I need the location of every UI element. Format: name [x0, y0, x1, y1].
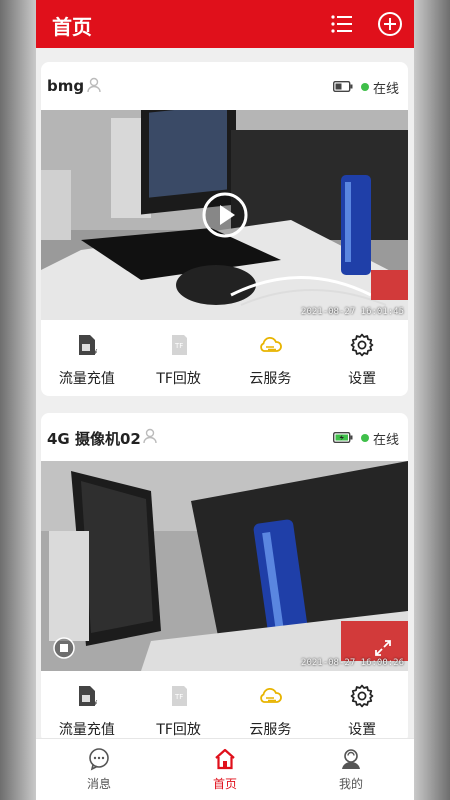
device-status: 在线 — [373, 82, 400, 97]
tf-card-icon: TF — [171, 335, 187, 355]
camera-snapshot — [41, 461, 408, 671]
gear-icon — [350, 684, 374, 708]
online-dot — [361, 83, 369, 91]
tf-card-icon: TF — [171, 686, 187, 706]
shared-user-icon — [143, 428, 157, 444]
nav-label: 我的 — [338, 777, 363, 791]
action-label: 设置 — [348, 371, 377, 387]
action-label: 流量充值 — [58, 371, 115, 387]
list-icon[interactable] — [328, 10, 356, 38]
shared-user-icon — [87, 77, 101, 93]
data-topup-button[interactable]: ¥ 流量充值 — [41, 320, 133, 396]
device-card: 4G 摄像机02 在线 2021-08-27 16:00:26 ¥ 流量充值 T… — [41, 413, 408, 743]
nav-item-messages[interactable]: 消息 — [36, 739, 162, 800]
action-label: 流量充值 — [58, 722, 115, 738]
battery-charging-icon — [333, 432, 353, 443]
nav-label: 首页 — [212, 777, 237, 791]
device-card-header: bmg 在线 — [41, 62, 408, 110]
data-topup-button[interactable]: ¥ 流量充值 — [41, 671, 133, 743]
cloud-service-button[interactable]: 云服务 — [225, 671, 317, 743]
svg-text:¥: ¥ — [93, 699, 98, 707]
tf-playback-button[interactable]: TF TF回放 — [133, 671, 225, 743]
gear-icon — [350, 333, 374, 357]
svg-text:TF: TF — [174, 693, 183, 701]
settings-button[interactable]: 设置 — [316, 671, 408, 743]
play-button[interactable] — [201, 191, 249, 239]
video-preview[interactable]: 2021-08-27 16:01:45 — [41, 110, 408, 320]
message-icon — [89, 748, 109, 771]
svg-text:TF: TF — [174, 342, 183, 350]
bottom-nav: 消息 首页 我的 — [36, 738, 414, 800]
add-circle-icon[interactable] — [376, 10, 404, 38]
svg-text:¥: ¥ — [93, 348, 98, 356]
action-label: TF回放 — [156, 722, 201, 738]
cloud-service-button[interactable]: 云服务 — [225, 320, 317, 396]
fullscreen-icon[interactable] — [374, 639, 392, 657]
small-window-icon[interactable] — [53, 637, 75, 659]
video-preview[interactable]: 2021-08-27 16:00:26 — [41, 461, 408, 671]
device-actions: ¥ 流量充值 TF TF回放 云服务 设置 — [41, 671, 408, 743]
sim-card-icon: ¥ — [78, 686, 98, 707]
video-timestamp: 2021-08-27 16:00:26 — [301, 658, 404, 668]
action-label: 云服务 — [249, 722, 292, 738]
top-bar: 首页 — [36, 0, 414, 48]
sim-card-icon: ¥ — [78, 335, 98, 356]
video-timestamp: 2021-08-27 16:01:45 — [301, 307, 404, 317]
nav-item-profile[interactable]: 我的 — [288, 739, 414, 800]
action-label: 云服务 — [249, 371, 292, 387]
app-screen: 首页 bmg 在线 2021-08-27 16:01:45 ¥ 流量充值 TF … — [36, 0, 414, 800]
device-status: 在线 — [373, 433, 400, 448]
settings-button[interactable]: 设置 — [316, 320, 408, 396]
device-card: bmg 在线 2021-08-27 16:01:45 ¥ 流量充值 TF TF回… — [41, 62, 408, 396]
online-dot — [361, 434, 369, 442]
page-title: 首页 — [52, 15, 92, 39]
action-label: 设置 — [348, 722, 377, 738]
nav-label: 消息 — [86, 777, 111, 791]
action-label: TF回放 — [156, 371, 201, 387]
tf-playback-button[interactable]: TF TF回放 — [133, 320, 225, 396]
device-name: 4G 摄像机02 — [47, 430, 141, 448]
battery-low-icon — [333, 81, 353, 92]
cloud-icon — [260, 687, 283, 703]
device-card-header: 4G 摄像机02 在线 — [41, 413, 408, 461]
home-icon — [215, 748, 235, 770]
nav-item-home[interactable]: 首页 — [162, 739, 288, 800]
cloud-icon — [260, 336, 283, 352]
device-actions: ¥ 流量充值 TF TF回放 云服务 设置 — [41, 320, 408, 396]
profile-icon — [341, 749, 360, 769]
device-name: bmg — [47, 77, 85, 95]
